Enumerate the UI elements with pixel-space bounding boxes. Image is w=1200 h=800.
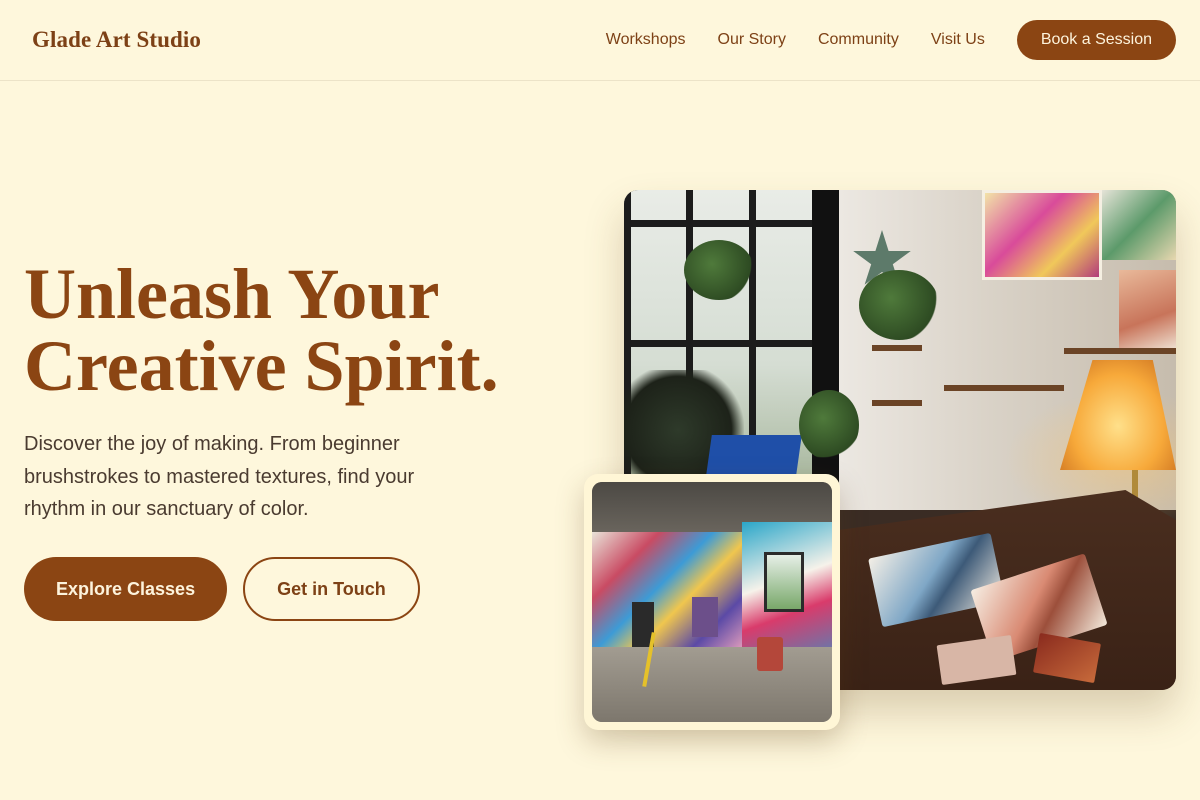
brand-logo[interactable]: Glade Art Studio <box>32 27 201 53</box>
site-header: Glade Art Studio Workshops Our Story Com… <box>0 0 1200 81</box>
hero-description: Discover the joy of making. From beginne… <box>24 433 415 520</box>
get-in-touch-button[interactable]: Get in Touch <box>243 557 420 621</box>
landing-page: Glade Art Studio Workshops Our Story Com… <box>0 0 1200 800</box>
nav-link-visit-us[interactable]: Visit Us <box>931 31 985 49</box>
book-session-button[interactable]: Book a Session <box>1016 20 1176 60</box>
hero-title-line-1: Unleash Your <box>24 254 440 334</box>
nav-link-community[interactable]: Community <box>818 31 899 49</box>
hero-title: Unleash Your Creative Spirit. <box>24 258 584 402</box>
explore-classes-button[interactable]: Explore Classes <box>24 557 228 621</box>
nav-link-our-story[interactable]: Our Story <box>718 31 786 49</box>
graffiti-studio-image <box>592 482 832 722</box>
main-nav: Workshops Our Story Community Visit Us B… <box>606 20 1176 60</box>
hero-cta-row: Explore Classes Get in Touch <box>24 557 420 621</box>
inset-image-card <box>584 474 840 730</box>
hero-title-line-2: Creative Spirit. <box>24 326 499 406</box>
nav-link-workshops[interactable]: Workshops <box>606 31 686 49</box>
